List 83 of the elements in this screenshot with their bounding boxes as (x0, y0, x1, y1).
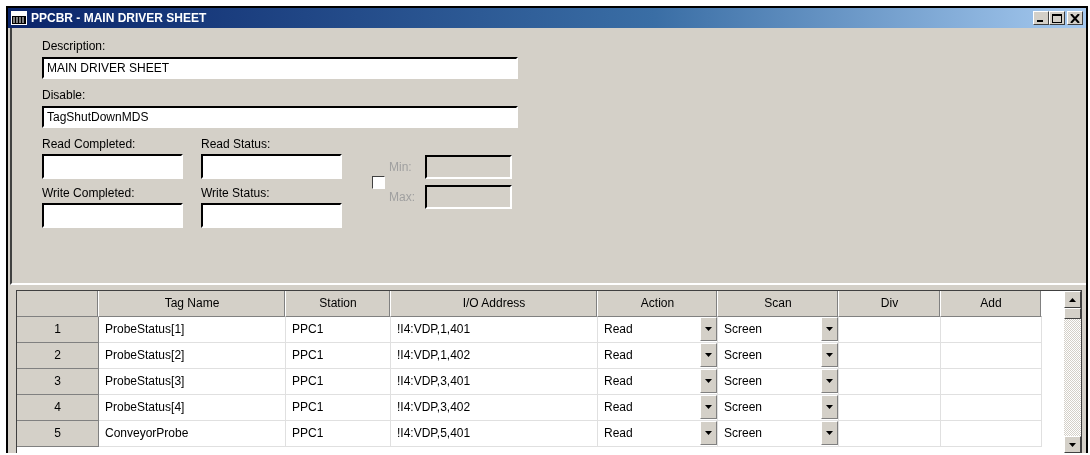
field-label: Description: (42, 38, 107, 54)
input-field[interactable] (201, 203, 342, 228)
minimize-icon (1037, 20, 1043, 22)
table-cell: ProbeStatus[2] (99, 343, 286, 369)
caret-icon (826, 405, 833, 409)
column-header[interactable]: Station (286, 291, 391, 317)
scan-value: Screen (724, 399, 763, 416)
field-label: Read Status: (201, 136, 272, 152)
caret-icon (826, 379, 833, 383)
dropdown-button[interactable] (700, 395, 717, 419)
caret-icon (705, 431, 712, 435)
dropdown-button[interactable] (700, 343, 717, 367)
scan-value: Screen (724, 347, 763, 364)
column-header[interactable]: Scan (718, 291, 839, 317)
dropdown-button[interactable] (700, 421, 717, 445)
action-value: Read (604, 321, 633, 338)
up-arrow-icon (1069, 297, 1076, 302)
window-title: PPCBR - MAIN DRIVER SHEET (31, 11, 208, 25)
table-cell: ProbeStatus[4] (99, 395, 286, 421)
field-label: Write Status: (201, 185, 271, 201)
caret-icon (705, 353, 712, 357)
column-header[interactable]: Action (598, 291, 718, 317)
dropdown-button[interactable] (821, 369, 838, 393)
maximize-button[interactable] (1049, 11, 1065, 25)
action-value: Read (604, 347, 633, 364)
column-header[interactable]: Tag Name (99, 291, 286, 317)
column-header[interactable]: I/O Address (391, 291, 598, 317)
row-header[interactable]: 5 (17, 421, 99, 447)
table-cell: PPC1 (286, 395, 391, 421)
row-header[interactable]: 4 (17, 395, 99, 421)
table-cell: PPC1 (286, 421, 391, 447)
input-field[interactable] (201, 154, 342, 179)
table-cell: PPC1 (286, 343, 391, 369)
caret-icon (826, 431, 833, 435)
field-label: Read Completed: (42, 136, 137, 152)
scroll-up-button[interactable] (1064, 291, 1081, 308)
app-icon (11, 11, 27, 25)
scroll-thumb[interactable] (1064, 308, 1081, 319)
field-label: Disable: (42, 87, 87, 103)
dropdown-button[interactable] (700, 369, 717, 393)
dropdown-button[interactable] (821, 395, 838, 419)
close-button[interactable] (1067, 11, 1083, 25)
action-value: Read (604, 373, 633, 390)
dropdown-button[interactable] (821, 343, 838, 367)
table-cell: PPC1 (286, 369, 391, 395)
minimize-button[interactable] (1033, 11, 1049, 25)
row-header[interactable]: 3 (17, 369, 99, 395)
table-cell: !I4:VDP,1,402 (391, 343, 598, 369)
table-cell: ProbeStatus[1] (99, 317, 286, 343)
disable-field[interactable]: TagShutDownMDS (42, 106, 518, 128)
dropdown-button[interactable] (821, 421, 838, 445)
scan-value: Screen (724, 425, 763, 442)
caret-icon (826, 353, 833, 357)
field-label: Write Completed: (42, 185, 136, 201)
caret-icon (705, 327, 712, 331)
row-header[interactable]: 2 (17, 343, 99, 369)
action-value: Read (604, 399, 633, 416)
down-arrow-icon (1069, 442, 1076, 447)
input-field[interactable] (42, 203, 183, 228)
caret-icon (705, 379, 712, 383)
dropdown-button[interactable] (821, 317, 838, 341)
table-cell: PPC1 (286, 317, 391, 343)
scan-value: Screen (724, 321, 763, 338)
action-value: Read (604, 425, 633, 442)
table-cell: !I4:VDP,1,401 (391, 317, 598, 343)
table-cell: !I4:VDP,3,401 (391, 369, 598, 395)
table-cell: !I4:VDP,5,401 (391, 421, 598, 447)
close-icon (1070, 13, 1080, 23)
caret-icon (826, 327, 833, 331)
caret-icon (705, 405, 712, 409)
table-cell: ProbeStatus[3] (99, 369, 286, 395)
table-cell: !I4:VDP,3,402 (391, 395, 598, 421)
scroll-down-button[interactable] (1064, 436, 1081, 453)
row-header[interactable]: 1 (17, 317, 99, 343)
scan-value: Screen (724, 373, 763, 390)
vertical-scrollbar[interactable] (1064, 291, 1081, 453)
column-header[interactable]: Div (839, 291, 941, 317)
description-field[interactable]: MAIN DRIVER SHEET (42, 57, 518, 79)
maximize-icon (1052, 13, 1062, 23)
dropdown-button[interactable] (700, 317, 717, 341)
column-header[interactable]: Add (941, 291, 1042, 317)
input-field[interactable] (42, 154, 183, 179)
table-cell: ConveyorProbe (99, 421, 286, 447)
